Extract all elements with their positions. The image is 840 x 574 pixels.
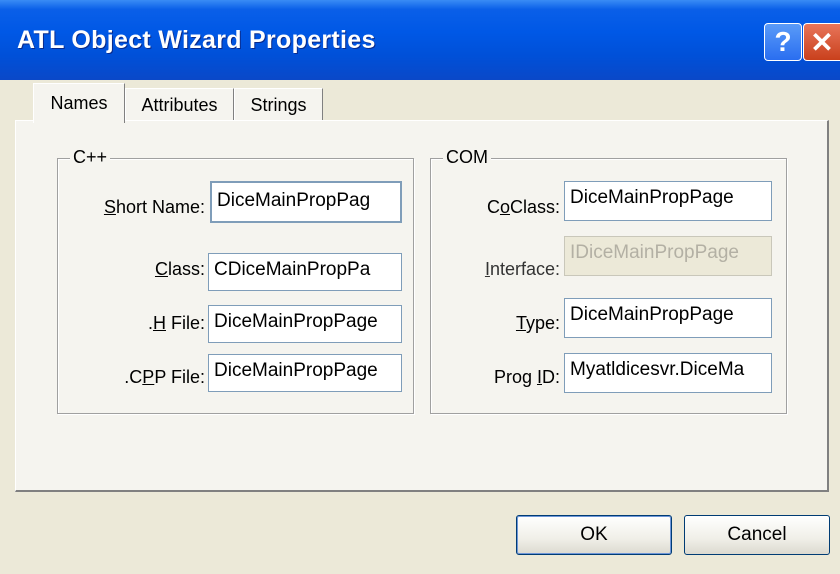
tab-names[interactable]: Names [33,83,125,123]
help-button[interactable]: ? [764,23,802,61]
tab-strings[interactable]: Strings [234,88,323,122]
interface-label: Interface: [484,259,560,279]
h-file-field[interactable]: DiceMainPropPage [208,305,402,343]
cpp-file-field[interactable]: DiceMainPropPage [208,354,402,392]
tab-strings-label: Strings [250,95,307,115]
close-icon: ✕ [810,26,834,58]
help-icon: ? [774,26,792,57]
type-field[interactable]: DiceMainPropPage [564,298,772,338]
cancel-button[interactable]: Cancel [684,515,830,555]
coclass-field[interactable]: DiceMainPropPage [564,181,772,221]
ok-button-label: OK [580,524,608,545]
coclass-label: CoClass: [486,197,560,217]
prog-id-field[interactable]: Myatldicesvr.DiceMa [564,353,772,393]
cancel-button-label: Cancel [727,524,787,545]
window-title: ATL Object Wizard Properties [17,26,376,54]
interface-field: IDiceMainPropPage [564,236,772,276]
com-group-legend: COM [443,147,491,168]
tab-names-label: Names [50,93,108,113]
type-label: Type: [515,313,560,333]
tab-attributes[interactable]: Attributes [125,88,234,122]
prog-id-label: Prog ID: [493,367,560,387]
close-button[interactable]: ✕ [803,23,840,61]
tab-attributes-label: Attributes [141,95,218,115]
title-bar: ATL Object Wizard Properties ? ✕ [0,0,840,80]
short-name-field[interactable]: DiceMainPropPag [210,181,402,223]
cpp-file-label: .CPP File: [124,367,205,387]
h-file-label: .H File: [147,313,205,333]
ok-button[interactable]: OK [516,515,672,555]
class-label: Class: [154,259,205,279]
cpp-group-legend: C++ [70,147,111,168]
class-field[interactable]: CDiceMainPropPa [208,253,402,291]
short-name-label: Short Name: [103,197,205,217]
